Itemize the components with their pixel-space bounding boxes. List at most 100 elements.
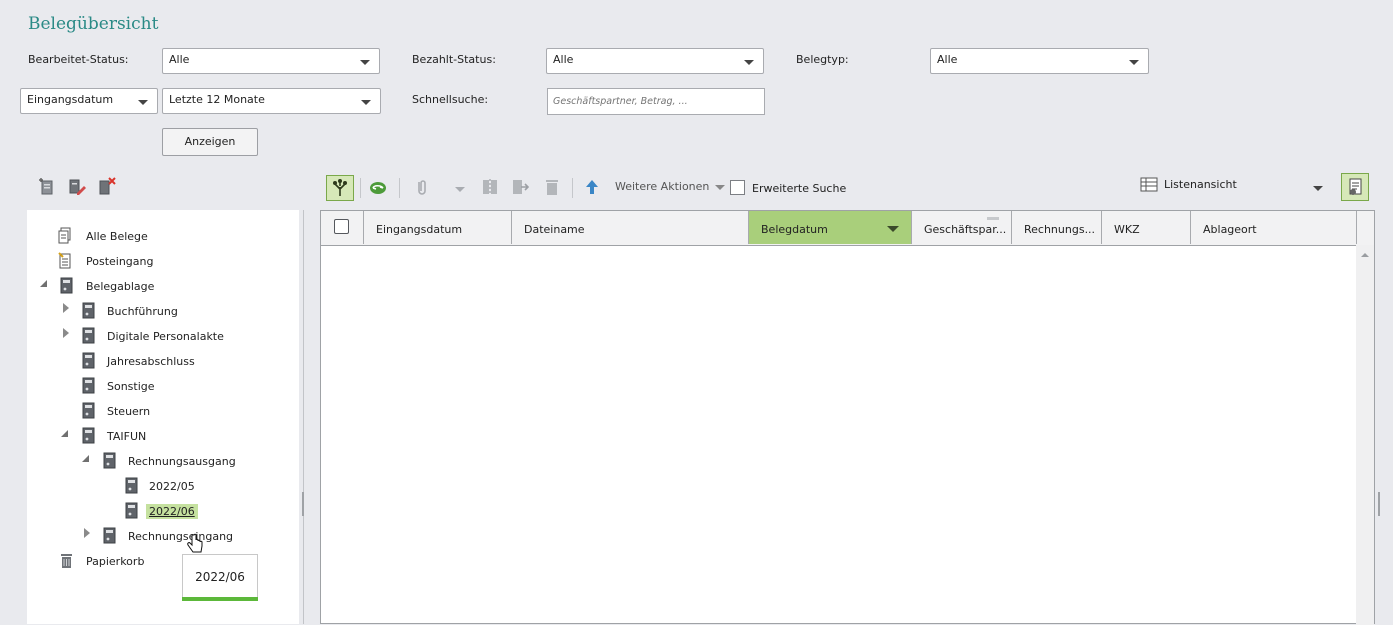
tree-item-label: Rechnungseingang — [128, 530, 234, 543]
schnellsuche-input[interactable] — [547, 88, 765, 115]
chevron-down-icon — [138, 100, 148, 105]
documents-grid: Eingangsdatum Dateiname Belegdatum Gesch… — [320, 210, 1375, 625]
tree-item-label-selected: 2022/06 — [146, 504, 198, 519]
chevron-down-icon — [744, 60, 754, 65]
date-field-value: Eingangsdatum — [27, 93, 114, 106]
column-header-wkz[interactable]: WKZ — [1102, 211, 1191, 244]
column-header-label: Geschäftspar... — [924, 223, 1007, 236]
tree-icon — [333, 179, 347, 196]
page-title: Belegübersicht — [28, 14, 159, 34]
toolbar-separator — [360, 178, 361, 198]
tree-item-label: Papierkorb — [86, 555, 145, 568]
tree-view-toggle-button[interactable] — [326, 175, 354, 201]
attachment-icon[interactable] — [413, 178, 431, 196]
belegtyp-select[interactable]: Alle — [930, 48, 1149, 74]
select-all-column — [321, 211, 364, 244]
sort-descending-icon — [887, 226, 899, 232]
list-view-icon — [1140, 177, 1158, 192]
tree-item-label: Jahresabschluss — [107, 355, 195, 368]
hand-cursor-icon — [187, 533, 203, 553]
upload-arrow-icon[interactable] — [583, 178, 601, 196]
tree-item-label: Belegablage — [86, 280, 155, 293]
schnellsuche-label: Schnellsuche: — [412, 93, 489, 106]
tree-tooltip: 2022/06 — [182, 554, 258, 601]
move-document-icon[interactable] — [511, 178, 529, 196]
bezahlt-status-select[interactable]: Alle — [546, 48, 764, 74]
column-header-belegdatum[interactable]: Belegdatum — [749, 211, 912, 244]
refresh-icon[interactable] — [369, 178, 387, 196]
tree-item-label: Sonstige — [107, 380, 155, 393]
scroll-up-icon[interactable] — [1361, 253, 1369, 257]
column-header-eingangsdatum[interactable]: Eingangsdatum — [364, 211, 512, 244]
binder-icon — [60, 277, 73, 294]
tree-item-label: Steuern — [107, 405, 151, 418]
bezahlt-status-label: Bezahlt-Status: — [412, 53, 496, 66]
grid-vertical-scrollbar[interactable] — [1356, 245, 1374, 625]
belegtyp-label: Belegtyp: — [796, 53, 849, 66]
delete-folder-icon[interactable] — [98, 177, 116, 195]
expand-toggle-icon[interactable] — [63, 303, 69, 313]
view-mode-select[interactable]: Listenansicht — [1164, 178, 1237, 191]
chevron-down-icon — [361, 100, 371, 105]
trash-icon — [61, 554, 72, 568]
extended-search-label: Erweiterte Suche — [752, 182, 847, 195]
column-header-rechnungsnummer[interactable]: Rechnungs... — [1012, 211, 1102, 244]
expand-toggle-icon[interactable] — [40, 280, 47, 287]
binder-icon — [103, 452, 116, 469]
anzeigen-button[interactable]: Anzeigen — [162, 128, 258, 156]
bearbeitet-status-select[interactable]: Alle — [162, 48, 380, 74]
column-header-label: Belegdatum — [761, 223, 828, 236]
column-header-ablageort[interactable]: Ablageort — [1191, 211, 1357, 244]
expand-toggle-icon[interactable] — [82, 455, 89, 462]
tree-item-label: Posteingang — [86, 255, 154, 268]
tooltip-accent-bar — [182, 597, 258, 601]
chevron-down-icon — [714, 184, 725, 190]
trash-icon[interactable] — [543, 178, 561, 196]
column-header-dateiname[interactable]: Dateiname — [512, 211, 749, 244]
select-all-checkbox[interactable] — [334, 219, 349, 234]
documents-icon — [58, 227, 71, 244]
period-value: Letzte 12 Monate — [169, 93, 265, 106]
document-preview-button[interactable] — [1341, 173, 1369, 201]
bearbeitet-status-label: Bearbeitet-Status: — [28, 53, 129, 66]
tree-item-label: TAIFUN — [107, 430, 147, 443]
expand-toggle-icon[interactable] — [61, 430, 68, 437]
split-document-icon[interactable] — [481, 178, 499, 196]
tree-item-label: Rechnungsausgang — [128, 455, 236, 468]
weitere-aktionen-label: Weitere Aktionen — [615, 180, 710, 193]
chevron-down-icon[interactable] — [455, 187, 465, 192]
belegtyp-value: Alle — [937, 53, 958, 66]
period-select[interactable]: Letzte 12 Monate — [162, 88, 381, 114]
tooltip-text: 2022/06 — [195, 570, 245, 584]
binder-icon — [82, 402, 95, 419]
splitter-grip[interactable] — [302, 492, 304, 516]
toolbar-separator — [399, 178, 400, 198]
inbox-icon — [58, 252, 71, 269]
tree-item-label: Alle Belege — [86, 230, 148, 243]
binder-icon — [125, 502, 138, 519]
binder-icon — [103, 527, 116, 544]
binder-icon — [82, 327, 95, 344]
chevron-down-icon — [1129, 60, 1139, 65]
bezahlt-status-value: Alle — [553, 53, 574, 66]
grid-header: Eingangsdatum Dateiname Belegdatum Gesch… — [321, 211, 1374, 246]
expand-toggle-icon[interactable] — [84, 528, 90, 538]
binder-icon — [82, 352, 95, 369]
new-folder-icon[interactable] — [38, 177, 56, 195]
column-grip-icon — [987, 217, 999, 220]
binder-icon — [82, 427, 95, 444]
bearbeitet-status-value: Alle — [169, 53, 190, 66]
chevron-down-icon[interactable] — [1313, 186, 1323, 191]
tree-item-label: Digitale Personalakte — [107, 330, 224, 343]
splitter-grip[interactable] — [1378, 492, 1380, 516]
toolbar-separator — [572, 178, 573, 198]
edit-folder-icon[interactable] — [68, 177, 86, 195]
column-header-geschaeftspartner[interactable]: Geschäftspar... — [912, 211, 1012, 244]
document-preview-icon — [1349, 178, 1362, 195]
date-field-select[interactable]: Eingangsdatum — [20, 88, 158, 114]
weitere-aktionen-menu[interactable]: Weitere Aktionen — [615, 180, 725, 193]
extended-search-checkbox[interactable] — [730, 180, 745, 195]
tree-item-label: 2022/05 — [149, 480, 195, 493]
panel-splitter[interactable] — [303, 210, 304, 624]
expand-toggle-icon[interactable] — [63, 328, 69, 338]
